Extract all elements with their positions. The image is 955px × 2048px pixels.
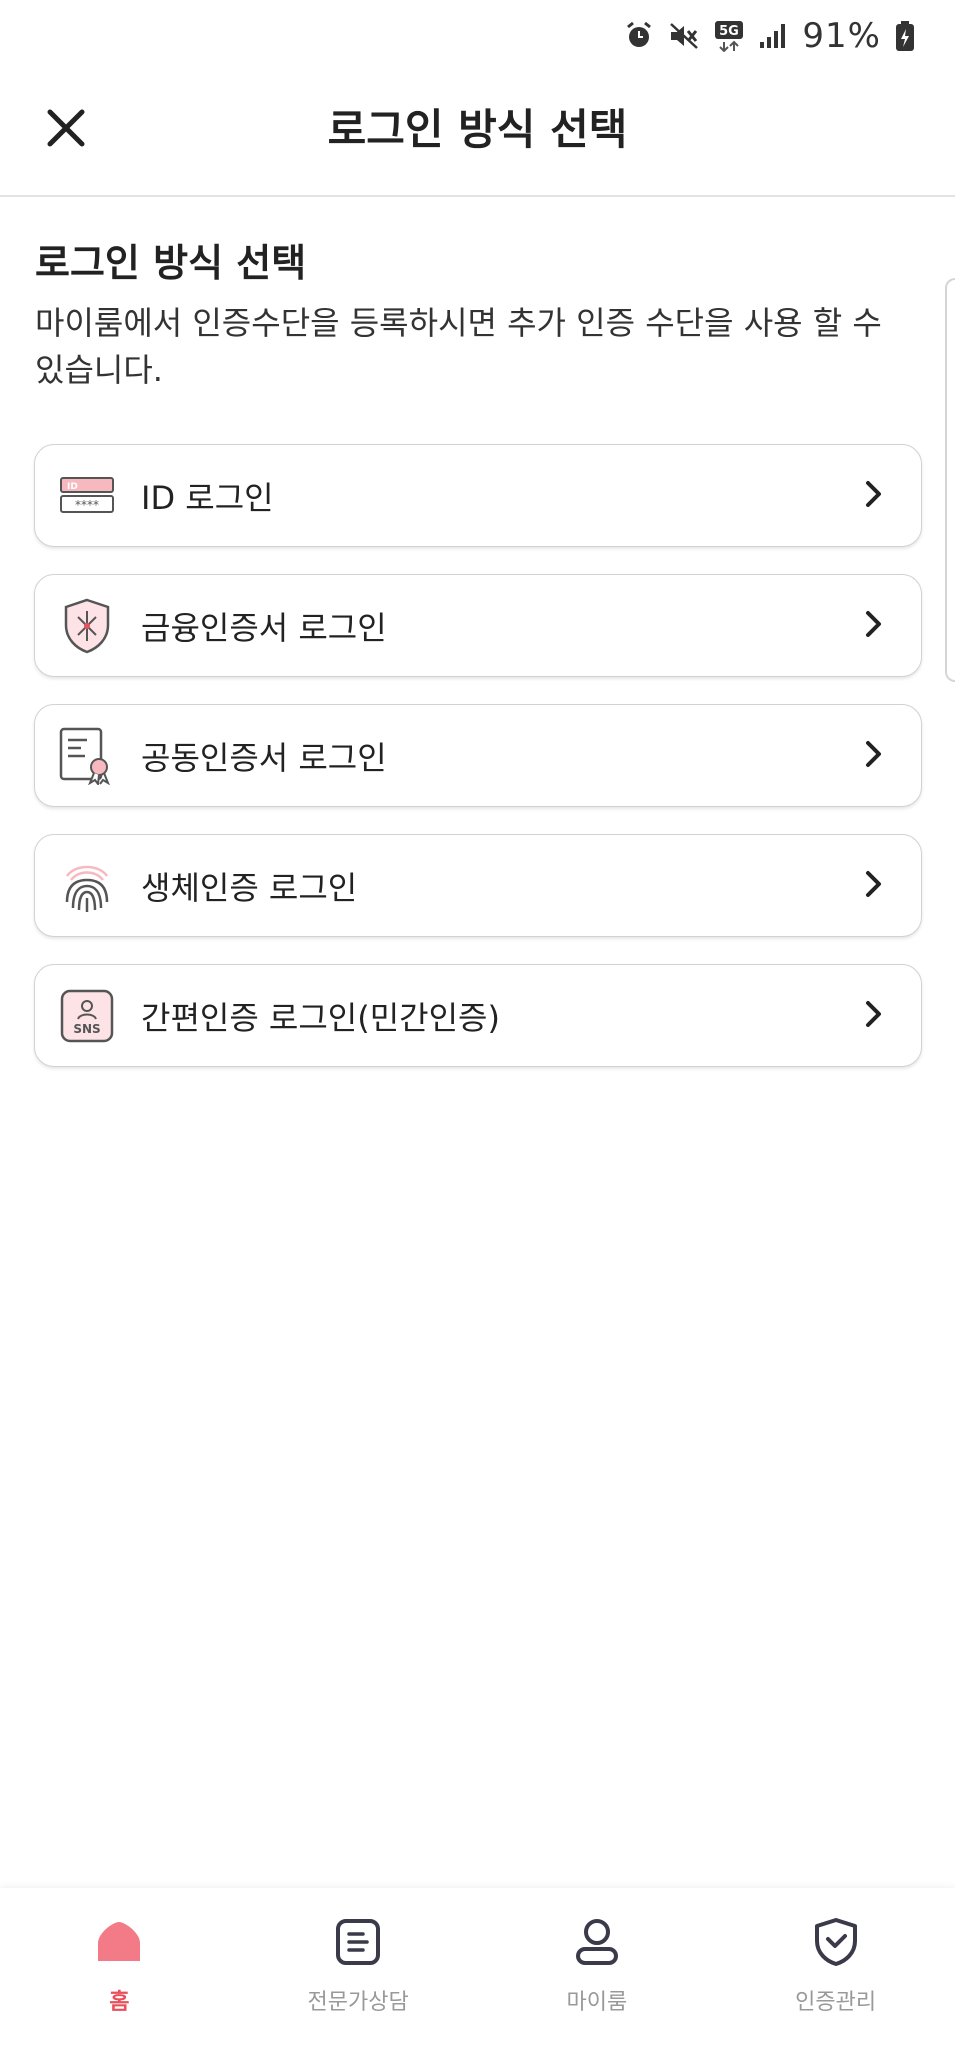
page-title: 로그인 방식 선택 (327, 105, 628, 154)
sns-icon: SNS (59, 988, 115, 1044)
alarm-icon (624, 21, 654, 51)
section-description: 마이룸에서 인증수단을 등록하시면 추가 인증 수단을 사용 할 수 있습니다. (35, 304, 882, 389)
document-certificate-icon (59, 727, 115, 785)
option-label: 생체인증 로그인 (141, 868, 358, 907)
nav-label: 홈 (109, 1990, 130, 2015)
battery-percent: 91% (802, 16, 881, 56)
shield-certificate-icon (59, 598, 115, 654)
shield-check-icon[interactable] (808, 1914, 864, 1970)
status-bar: 5G 91% (0, 0, 955, 72)
home-icon[interactable] (91, 1914, 147, 1970)
header: 로그인 방식 선택 (0, 72, 955, 197)
nav-auth-manage[interactable]: 인증관리 (716, 1888, 955, 2048)
nav-label: 전문가상담 (307, 1990, 409, 2015)
chevron-right-icon (863, 999, 885, 1033)
chevron-right-icon (863, 479, 885, 513)
bottom-nav: 홈 전문가상담 마이룸 인증관리 (0, 1888, 955, 2048)
chevron-right-icon (863, 869, 885, 903)
scroll-indicator[interactable] (945, 278, 955, 682)
simple-auth-login-option[interactable]: SNS 간편인증 로그인(민간인증) (34, 964, 922, 1067)
signal-icon (758, 22, 788, 50)
nav-expert-consult[interactable]: 전문가상담 (239, 1888, 478, 2048)
option-label: 금융인증서 로그인 (141, 608, 387, 647)
option-label: ID 로그인 (141, 478, 274, 517)
nav-label: 마이룸 (566, 1990, 628, 2015)
nav-home[interactable]: 홈 (0, 1888, 239, 2048)
mute-icon (668, 21, 700, 51)
section-title: 로그인 방식 선택 (35, 241, 307, 285)
svg-text:ID: ID (67, 482, 78, 492)
option-label: 공동인증서 로그인 (141, 738, 387, 777)
battery-icon (895, 20, 915, 52)
biometric-login-option[interactable]: 생체인증 로그인 (34, 834, 922, 937)
financial-cert-login-option[interactable]: 금융인증서 로그인 (34, 574, 922, 677)
fingerprint-icon (59, 858, 115, 914)
5g-icon: 5G (714, 20, 744, 52)
nav-label: 인증관리 (795, 1990, 877, 2015)
svg-text:****: **** (75, 498, 99, 512)
login-option-list: ID **** ID 로그인 금융인증서 로그인 공동인증서 로그인 생체인증 로… (34, 444, 922, 1094)
id-login-option[interactable]: ID **** ID 로그인 (34, 444, 922, 547)
svg-text:5G: 5G (720, 24, 740, 39)
joint-cert-login-option[interactable]: 공동인증서 로그인 (34, 704, 922, 807)
option-label: 간편인증 로그인(민간인증) (141, 998, 500, 1037)
nav-myroom[interactable]: 마이룸 (478, 1888, 717, 2048)
document-list-icon[interactable] (330, 1914, 386, 1970)
id-card-icon: ID **** (59, 468, 115, 524)
chevron-right-icon (863, 609, 885, 643)
chevron-right-icon (863, 739, 885, 773)
person-icon[interactable] (569, 1914, 625, 1970)
svg-text:SNS: SNS (73, 1022, 100, 1036)
